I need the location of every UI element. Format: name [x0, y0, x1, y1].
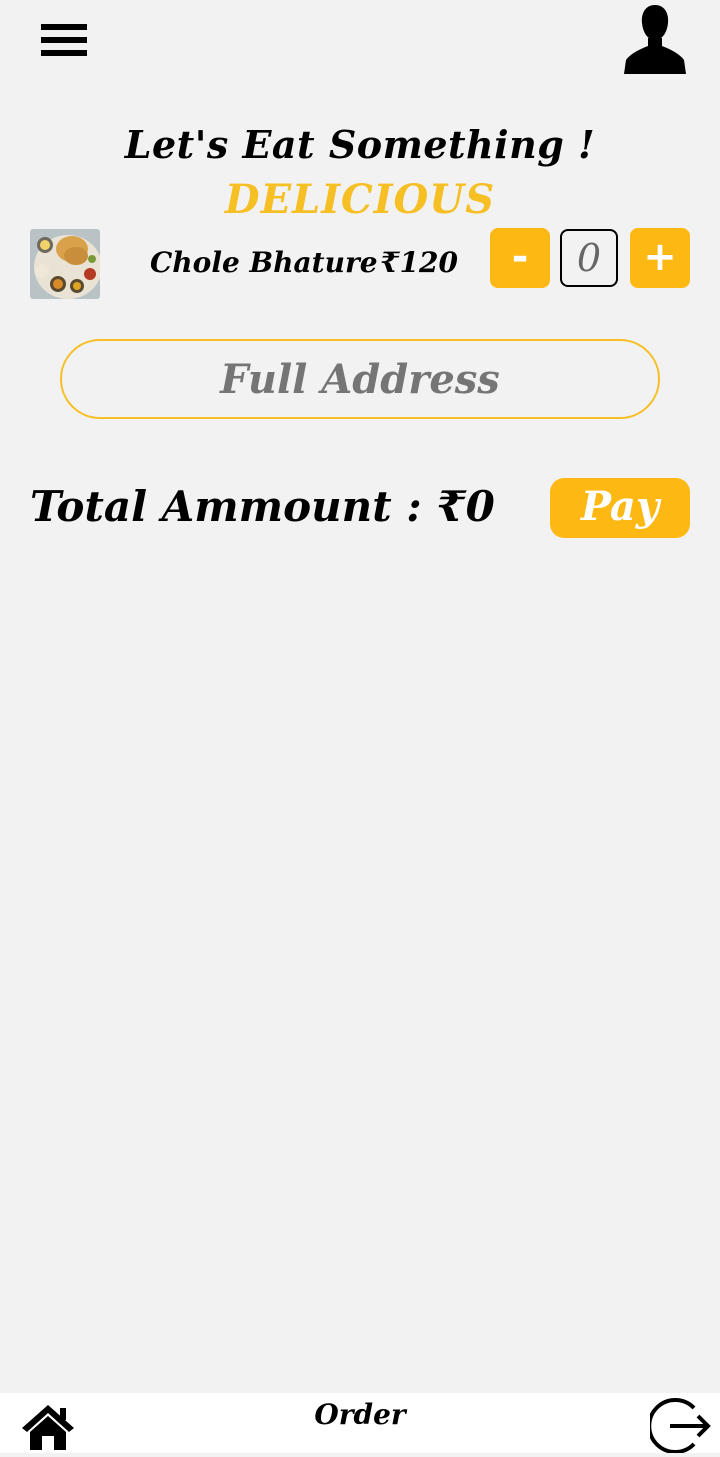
hamburger-menu-icon[interactable]: [40, 22, 88, 62]
item-price: ₹120: [380, 246, 458, 279]
increase-quantity-button[interactable]: +: [630, 228, 690, 288]
page-subtitle: DELICIOUS: [224, 176, 496, 223]
quantity-display: 0: [560, 229, 618, 287]
full-address-input[interactable]: [60, 339, 660, 419]
user-profile-icon[interactable]: [620, 2, 690, 76]
item-name: Chole Bhature: [150, 246, 378, 279]
total-amount-label: Total Ammount : ₹0: [30, 482, 495, 531]
page-title: Let's Eat Something !: [124, 122, 596, 167]
logout-icon[interactable]: [647, 1394, 712, 1454]
pay-button[interactable]: Pay: [550, 478, 690, 538]
food-item-image: [30, 229, 100, 299]
decrease-quantity-button[interactable]: -: [490, 228, 550, 288]
order-nav-label[interactable]: Order: [0, 1398, 720, 1431]
